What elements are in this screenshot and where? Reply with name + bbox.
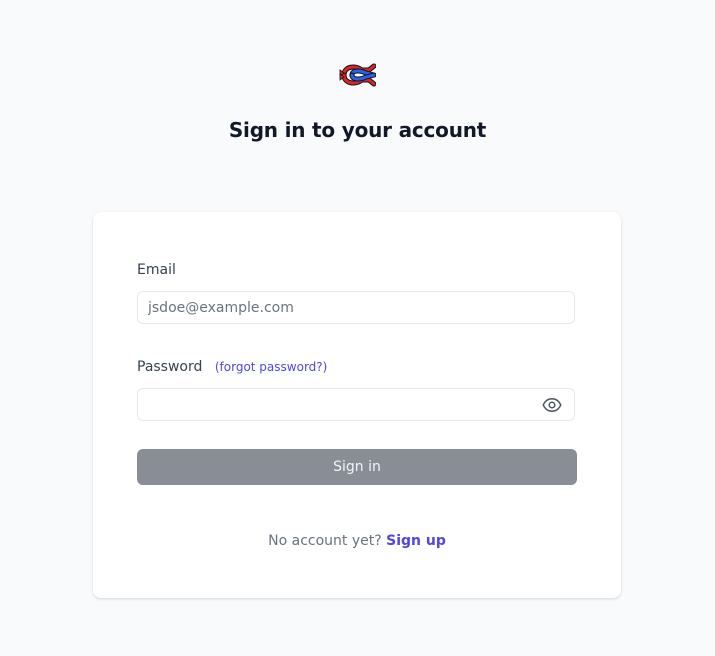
forgot-password-link[interactable]: (forgot password?) <box>215 360 327 374</box>
sign-in-card: Email Password (forgot password?) Sign i… <box>93 212 621 598</box>
sign-in-button[interactable]: Sign in <box>137 449 577 485</box>
eye-icon[interactable] <box>541 395 563 415</box>
password-label-row: Password (forgot password?) <box>137 359 327 375</box>
signup-prompt: No account yet? Sign up <box>93 533 621 549</box>
password-label: Password <box>137 359 203 375</box>
knot-logo-icon <box>339 63 376 87</box>
password-field[interactable] <box>137 388 575 421</box>
email-field[interactable] <box>137 291 575 324</box>
sign-up-link[interactable]: Sign up <box>386 533 446 549</box>
page-title: Sign in to your account <box>228 118 487 142</box>
email-label: Email <box>137 262 176 278</box>
no-account-text: No account yet? <box>268 533 382 549</box>
sign-in-page: Sign in to your account Email Password (… <box>0 0 715 656</box>
